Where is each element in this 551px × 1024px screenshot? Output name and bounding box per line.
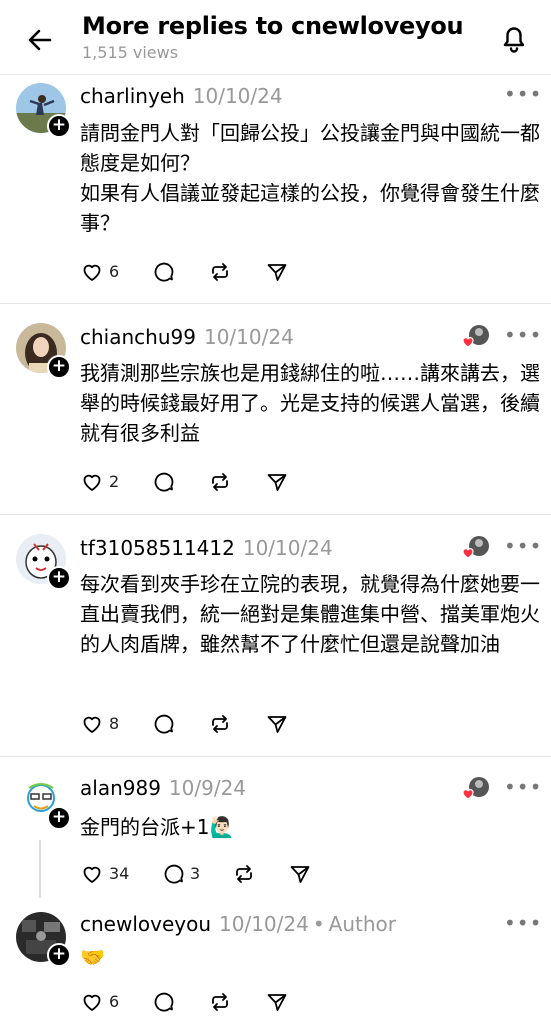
like-count: 34 bbox=[109, 864, 130, 883]
like-button[interactable]: 6 bbox=[80, 990, 124, 1014]
username[interactable]: alan989 bbox=[80, 776, 161, 800]
username[interactable]: charlinyeh bbox=[80, 84, 185, 108]
post-text: 金門的台派+1🙋🏻‍♂️ bbox=[80, 815, 235, 839]
repost-button[interactable] bbox=[208, 260, 238, 284]
like-button[interactable]: 2 bbox=[80, 470, 124, 494]
follow-plus-icon[interactable]: + bbox=[47, 943, 71, 967]
comment-icon bbox=[154, 714, 174, 734]
post-text: 請問金門人對「回歸公投」公投讓金門與中國統一都態度是如何？ 如果有人倡議並發起這… bbox=[80, 121, 540, 235]
top-bar: More replies to cnewloveyou 1,515 views bbox=[0, 0, 551, 75]
post-date: 10/10/24 bbox=[219, 912, 309, 936]
thread-line bbox=[39, 840, 41, 898]
username[interactable]: cnewloveyou bbox=[80, 912, 211, 936]
send-icon bbox=[267, 474, 287, 491]
repost-button[interactable] bbox=[208, 990, 238, 1014]
divider bbox=[0, 514, 551, 515]
post-header: tf31058511412 10/10/24 bbox=[80, 536, 333, 560]
repost-icon bbox=[212, 263, 228, 281]
follow-plus-icon[interactable]: + bbox=[47, 566, 71, 590]
send-icon bbox=[267, 716, 287, 733]
reply-post: + charlinyeh 10/10/24 ••• 請問金門人對「回歸公投」公投讓… bbox=[0, 75, 551, 304]
like-count: 8 bbox=[109, 714, 120, 733]
comment-icon bbox=[154, 262, 174, 282]
reply-post: + cnewloveyou 10/10/24 • Author ••• 🤝 6 bbox=[0, 898, 551, 1024]
view-count: 1,515 views bbox=[82, 43, 179, 62]
like-button[interactable]: 8 bbox=[80, 712, 124, 736]
more-icon[interactable]: ••• bbox=[504, 534, 542, 558]
more-icon[interactable]: ••• bbox=[504, 82, 542, 106]
divider bbox=[0, 756, 551, 757]
reply-post: + alan989 10/9/24 ••• 金門的台派+1🙋🏻‍♂️ 34 3 bbox=[0, 758, 551, 898]
like-count: 6 bbox=[109, 262, 120, 281]
reply-button[interactable] bbox=[152, 712, 182, 736]
send-icon bbox=[290, 866, 310, 883]
reply-button[interactable]: 3 bbox=[162, 862, 206, 886]
heart-icon bbox=[83, 866, 101, 883]
share-button[interactable] bbox=[265, 260, 295, 284]
post-header: charlinyeh 10/10/24 bbox=[80, 84, 283, 108]
post-text: 我猜測那些宗族也是用錢綁住的啦……講來講去，選舉的時候錢最好用了。光是支持的候選… bbox=[80, 361, 540, 445]
more-icon[interactable]: ••• bbox=[504, 911, 542, 935]
share-button[interactable] bbox=[265, 990, 295, 1014]
comment-icon bbox=[154, 992, 174, 1012]
post-text: 每次看到夾手珍在立院的表現，就覺得為什麼她要一直出賣我們，統一絕對是集體進集中營… bbox=[80, 572, 540, 656]
follow-plus-icon[interactable]: + bbox=[47, 806, 71, 830]
reply-post: + tf31058511412 10/10/24 ••• 每次看到夾手珍在立院的表… bbox=[0, 516, 551, 757]
page-title: More replies to cnewloveyou bbox=[82, 12, 464, 40]
username[interactable]: tf31058511412 bbox=[80, 536, 235, 560]
post-date: 10/9/24 bbox=[168, 776, 247, 800]
repost-button[interactable] bbox=[208, 470, 238, 494]
reply-button[interactable] bbox=[152, 990, 182, 1014]
send-icon bbox=[267, 264, 287, 281]
liked-by-avatar-icon bbox=[462, 536, 489, 559]
reply-post: + chianchu99 10/10/24 ••• 我猜測那些宗族也是用錢綁住的啦… bbox=[0, 305, 551, 515]
post-date: 10/10/24 bbox=[192, 84, 283, 108]
like-button[interactable]: 34 bbox=[80, 862, 136, 886]
like-count: 6 bbox=[109, 992, 120, 1011]
share-button[interactable] bbox=[265, 712, 295, 736]
comment-icon bbox=[154, 472, 174, 492]
reply-count: 3 bbox=[190, 864, 201, 883]
like-button[interactable]: 6 bbox=[80, 260, 124, 284]
like-count: 2 bbox=[109, 472, 120, 491]
share-button[interactable] bbox=[265, 470, 295, 494]
follow-plus-icon[interactable]: + bbox=[47, 355, 71, 379]
repost-icon bbox=[212, 993, 228, 1011]
share-button[interactable] bbox=[288, 862, 318, 886]
repost-icon bbox=[212, 473, 228, 491]
repost-icon bbox=[212, 715, 228, 733]
follow-plus-icon[interactable]: + bbox=[47, 114, 71, 138]
more-icon[interactable]: ••• bbox=[504, 775, 542, 799]
post-date: 10/10/24 bbox=[242, 536, 333, 560]
heart-icon bbox=[83, 264, 101, 281]
liked-by-avatar-icon bbox=[462, 325, 489, 348]
comment-icon bbox=[164, 864, 184, 884]
author-badge: Author bbox=[328, 912, 396, 936]
reply-button[interactable] bbox=[152, 470, 182, 494]
repost-icon bbox=[236, 865, 252, 883]
post-text: 🤝 bbox=[80, 945, 105, 969]
divider bbox=[0, 303, 551, 304]
back-arrow-icon[interactable] bbox=[22, 22, 58, 58]
liked-by-avatar-icon bbox=[462, 777, 489, 800]
heart-icon bbox=[83, 474, 101, 491]
post-header: alan989 10/9/24 bbox=[80, 776, 246, 800]
repost-button[interactable] bbox=[208, 712, 238, 736]
username[interactable]: chianchu99 bbox=[80, 325, 196, 349]
heart-icon bbox=[83, 716, 101, 733]
post-header: cnewloveyou 10/10/24 • Author bbox=[80, 912, 396, 936]
repost-button[interactable] bbox=[232, 862, 262, 886]
reply-button[interactable] bbox=[152, 260, 182, 284]
bell-icon[interactable] bbox=[496, 20, 532, 56]
send-icon bbox=[267, 994, 287, 1011]
post-date: 10/10/24 bbox=[203, 325, 294, 349]
heart-icon bbox=[83, 994, 101, 1011]
post-header: chianchu99 10/10/24 bbox=[80, 325, 294, 349]
more-icon[interactable]: ••• bbox=[504, 323, 542, 347]
